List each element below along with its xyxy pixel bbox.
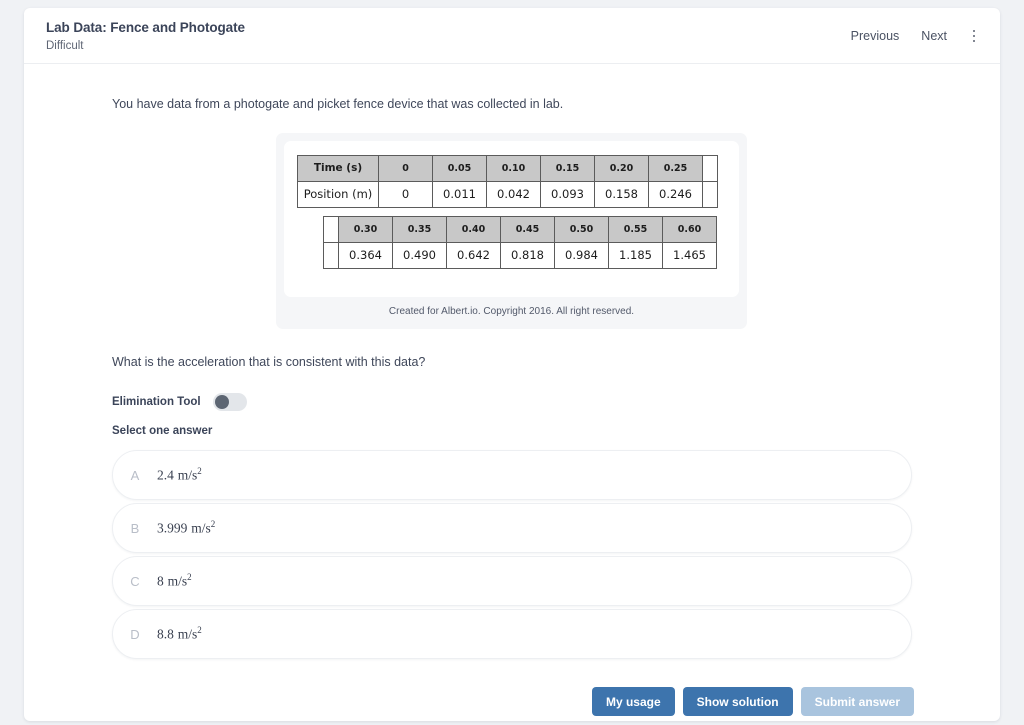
table-cell: 0.818: [500, 242, 555, 269]
table-cell: 0.05: [432, 155, 487, 182]
difficulty-label: Difficult: [46, 40, 84, 52]
answer-value: 8 m/s2: [157, 572, 192, 590]
kebab-dot-1: [972, 29, 976, 33]
table-cell: 0.35: [392, 216, 447, 243]
answer-unit: m/s2: [177, 466, 202, 483]
answer-number: 2.4: [157, 467, 174, 483]
kebab-dot-2: [972, 34, 976, 38]
footer-buttons: My usage Show solution Submit answer: [591, 687, 914, 716]
answer-number: 3.999: [157, 520, 188, 536]
answer-letter: D: [130, 626, 140, 642]
table-cell: 0.30: [338, 216, 393, 243]
answer-unit: m/s2: [191, 519, 216, 536]
kebab-menu-icon[interactable]: [962, 23, 986, 49]
table-cell: 0.011: [432, 181, 487, 208]
answer-letter: A: [130, 467, 140, 483]
table-cell: 1.185: [608, 242, 663, 269]
table-cell-spacer: [702, 155, 718, 182]
answer-letter: C: [130, 573, 140, 589]
table-cell-spacer: [323, 242, 339, 269]
answer-value: 8.8 m/s2: [157, 625, 202, 643]
data-tables: Time (s) 0 0.05 0.10 0.15 0.20 0.25 Posi…: [297, 155, 718, 269]
answer-number: 8: [157, 573, 164, 589]
table-cell-spacer: [323, 216, 339, 243]
figure-inner-panel: Time (s) 0 0.05 0.10 0.15 0.20 0.25 Posi…: [284, 141, 739, 297]
table-cell: 0.642: [446, 242, 501, 269]
kebab-dot-3: [972, 39, 976, 43]
answer-value: 2.4 m/s2: [157, 466, 202, 484]
data-table-two: 0.30 0.35 0.40 0.45 0.50 0.55 0.60 0.364: [323, 216, 717, 269]
title-block: Lab Data: Fence and Photogate Difficult: [46, 19, 245, 54]
answer-option-b[interactable]: B 3.999 m/s2: [112, 503, 912, 553]
elimination-tool-row: Elimination Tool: [112, 393, 247, 411]
page-title: Lab Data: Fence and Photogate: [46, 20, 245, 35]
answer-unit: m/s2: [177, 625, 202, 642]
toggle-knob: [214, 395, 229, 409]
answer-option-d[interactable]: D 8.8 m/s2: [112, 609, 912, 659]
table-row: 0.364 0.490 0.642 0.818 0.984 1.185 1.46…: [323, 242, 717, 269]
figure-caption: Created for Albert.io. Copyright 2016. A…: [388, 306, 635, 317]
table-cell: 0: [378, 181, 433, 208]
table-cell: 0.158: [594, 181, 649, 208]
question-text: What is the acceleration that is consist…: [112, 355, 426, 369]
elimination-tool-label: Elimination Tool: [112, 396, 201, 408]
answer-option-c[interactable]: C 8 m/s2: [112, 556, 912, 606]
table-cell: 0.984: [554, 242, 609, 269]
table-row: 0.30 0.35 0.40 0.45 0.50 0.55 0.60: [323, 216, 717, 243]
table-cell: 0.093: [540, 181, 595, 208]
answer-unit: m/s2: [167, 572, 192, 589]
table-cell: Time (s): [297, 155, 379, 182]
elimination-tool-toggle[interactable]: [212, 393, 247, 411]
table-cell: 0.45: [500, 216, 555, 243]
submit-answer-button[interactable]: Submit answer: [800, 687, 914, 716]
question-card: Lab Data: Fence and Photogate Difficult …: [24, 8, 1000, 721]
table-cell: 0.490: [392, 242, 447, 269]
table-cell: 0.364: [338, 242, 393, 269]
table-cell: 1.465: [662, 242, 717, 269]
previous-button[interactable]: Previous: [840, 23, 911, 49]
table-cell: 0.15: [540, 155, 595, 182]
table-cell: 0.042: [486, 181, 541, 208]
table-cell: 0.20: [594, 155, 649, 182]
data-table-two-wrapper: 0.30 0.35 0.40 0.45 0.50 0.55 0.60 0.364: [323, 216, 718, 269]
table-cell: 0.55: [608, 216, 663, 243]
table-cell: 0.10: [486, 155, 541, 182]
next-button[interactable]: Next: [910, 23, 958, 49]
table-cell: 0: [378, 155, 433, 182]
table-row: Position (m) 0 0.011 0.042 0.093 0.158 0…: [297, 181, 718, 208]
answer-number: 8.8: [157, 626, 174, 642]
card-header: Lab Data: Fence and Photogate Difficult …: [24, 8, 1000, 64]
answer-value: 3.999 m/s2: [157, 519, 216, 537]
show-solution-button[interactable]: Show solution: [682, 687, 793, 716]
table-cell-spacer: [702, 181, 718, 208]
figure-card: Time (s) 0 0.05 0.10 0.15 0.20 0.25 Posi…: [276, 133, 747, 329]
table-cell: 0.60: [662, 216, 717, 243]
answer-letter: B: [130, 520, 140, 536]
table-row: Time (s) 0 0.05 0.10 0.15 0.20 0.25: [297, 155, 718, 182]
intro-text: You have data from a photogate and picke…: [112, 97, 564, 111]
table-cell: 0.50: [554, 216, 609, 243]
header-navigation: Previous Next: [840, 8, 990, 64]
select-one-answer-label: Select one answer: [112, 425, 213, 437]
table-cell: Position (m): [297, 181, 379, 208]
my-usage-button[interactable]: My usage: [591, 687, 675, 716]
table-cell: 0.25: [648, 155, 703, 182]
table-cell: 0.246: [648, 181, 703, 208]
answer-option-a[interactable]: A 2.4 m/s2: [112, 450, 912, 500]
data-table-one: Time (s) 0 0.05 0.10 0.15 0.20 0.25 Posi…: [297, 155, 718, 208]
table-cell: 0.40: [446, 216, 501, 243]
answers-list: A 2.4 m/s2 B 3.999 m/s2 C 8 m/s2 D 8.8 m…: [112, 450, 912, 662]
